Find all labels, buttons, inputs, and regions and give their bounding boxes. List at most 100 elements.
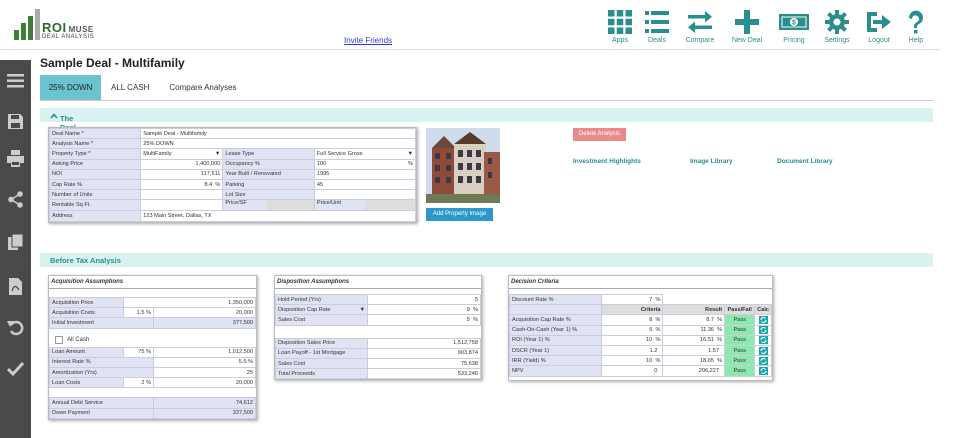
loan-payoff-label: Loan Payoff - 1st Mortgage (275, 347, 368, 359)
decision-row: Cash-On-Cash (Year 1) % 6 % 11.36 % Pass (509, 324, 772, 336)
decision-label: ROI (Year 1) % (509, 334, 602, 346)
menu-icon[interactable] (7, 72, 24, 89)
noi-input[interactable]: 117,511 (140, 168, 224, 180)
deal-details-table: Deal Name * Sample Deal - Multifamily An… (48, 127, 417, 223)
hold-period-input[interactable]: 5 (367, 293, 481, 306)
image-library-link[interactable]: Image Library (690, 158, 733, 165)
decision-result: 18.65 % (662, 355, 726, 367)
down-payment-value: 337,500 (153, 407, 256, 419)
acq-price-input[interactable]: 1,350,000 (123, 296, 256, 309)
lease-type-select[interactable]: Full Service Gross ▼ (313, 148, 417, 160)
year-built-input[interactable]: 1995 (313, 168, 417, 180)
refresh-icon (758, 356, 768, 365)
lot-size-input[interactable] (313, 189, 417, 201)
delete-analysis-button[interactable]: Delete Analysis (573, 128, 626, 141)
tab-compare-analyses[interactable]: Compare Analyses (159, 75, 246, 100)
down-payment-label: Down Payment (49, 407, 154, 419)
sales-cost-pct-label: Sales Cost (275, 314, 368, 326)
debt-service-value: 74,612 (153, 397, 256, 409)
nav-help[interactable]: Help (892, 10, 940, 44)
roimuse-logo[interactable]: ROI MUSE DEAL ANALYSIS (12, 4, 102, 42)
invite-friends-link[interactable]: Invite Friends (344, 36, 392, 45)
pdf-icon[interactable] (7, 278, 24, 295)
loan-costs-value[interactable]: 20,000 (153, 377, 256, 389)
analysis-tabs: 25% DOWN ALL CASH Compare Analyses (40, 75, 247, 100)
investment-highlights-link[interactable]: Investment Highlights (573, 158, 641, 165)
loan-costs-pct-input[interactable]: 2 % (123, 377, 154, 389)
chevron-up-icon (50, 113, 58, 119)
decision-label: NPV (509, 365, 602, 377)
nav-help-label: Help (908, 37, 924, 44)
disposition-price-label: Disposition Sales Price (275, 337, 368, 349)
col-result-header: Result (662, 304, 726, 316)
decision-criteria-input[interactable]: 8 % (600, 314, 664, 326)
disposition-cap-input[interactable]: 9 % (367, 304, 481, 316)
nav-compare-label: Compare (685, 37, 715, 44)
decision-result: 8.7 % (662, 314, 726, 326)
units-input[interactable] (140, 189, 224, 201)
copy-icon[interactable] (7, 234, 24, 251)
address-input[interactable]: 123 Main Street, Dallas, TX (140, 210, 416, 222)
add-property-image-button[interactable]: Add Property Image (426, 208, 493, 221)
acquisition-title: Acquisition Assumptions (49, 276, 256, 289)
money-icon: $ (779, 14, 809, 30)
decision-calc-button[interactable] (754, 365, 772, 377)
tab-25-down[interactable]: 25% DOWN (40, 75, 101, 100)
nav-pricing-label: Pricing (783, 37, 805, 44)
property-type-select[interactable]: MultiFamily ▼ (140, 148, 224, 160)
nav-pricing[interactable]: $ Pricing (770, 10, 818, 44)
print-icon[interactable] (7, 150, 24, 167)
decision-calc-button[interactable] (754, 334, 772, 346)
decision-calc-button[interactable] (754, 324, 772, 336)
nav-deals[interactable]: Deals (633, 10, 681, 44)
acq-costs-pct-input[interactable]: 1.5 % (123, 307, 154, 319)
section-before-tax[interactable]: Before Tax Analysis (40, 253, 933, 267)
header-divider (0, 49, 940, 50)
deal-name-input[interactable]: Sample Deal - Multifamily (140, 127, 416, 140)
decision-criteria-input[interactable]: 0 (600, 365, 664, 377)
loan-pct-input[interactable]: 75 % (123, 346, 154, 358)
section-the-deal[interactable]: The Deal (40, 108, 933, 132)
acq-costs-value[interactable]: 20,000 (153, 307, 256, 319)
parking-input[interactable]: 45 (313, 178, 417, 191)
decision-label: DSCR (Year 1) (509, 344, 602, 357)
interest-rate-input[interactable]: 5.5 % (153, 356, 256, 368)
rentable-input[interactable] (140, 199, 224, 212)
year-built-label: Year Built / Renovated (222, 168, 315, 180)
tab-all-cash[interactable]: ALL CASH (101, 75, 159, 100)
asking-price-input[interactable]: 1,400,000 (140, 158, 224, 170)
disposition-cap-label[interactable]: Disposition Cap Rate ▼ (275, 304, 368, 316)
decision-calc-button[interactable] (754, 344, 772, 357)
decision-row: ROI (Year 1) % 10 % 16.51 % Pass (509, 334, 772, 346)
amortization-input[interactable]: 25 (153, 366, 256, 379)
decision-criteria-input[interactable]: 1.2 (600, 344, 664, 357)
decision-criteria-input[interactable]: 6 % (600, 324, 664, 336)
undo-icon[interactable] (7, 319, 24, 336)
property-image[interactable] (426, 128, 500, 203)
check-icon[interactable] (7, 360, 24, 377)
loan-amount-value[interactable]: 1,012,500 (153, 346, 256, 358)
nav-compare[interactable]: Compare (676, 10, 724, 44)
document-library-link[interactable]: Document Library (777, 158, 833, 165)
decision-pass-badge: Pass (724, 355, 756, 367)
nav-settings[interactable]: Settings (813, 10, 861, 44)
decision-calc-button[interactable] (754, 314, 772, 326)
acquisition-assumptions-panel: Acquisition Assumptions Acquisition Pric… (48, 275, 257, 420)
save-icon[interactable] (7, 113, 24, 130)
nav-apps-label: Apps (612, 37, 628, 44)
decision-criteria-input[interactable]: 10 % (600, 355, 664, 367)
sales-cost-value: 75,638 (367, 357, 481, 370)
discount-rate-input[interactable]: 7 % (600, 293, 664, 306)
col-pass-header: Pass/Fail (724, 304, 756, 316)
all-cash-label: All Cash (67, 336, 90, 343)
occupancy-input[interactable]: 100% (313, 158, 417, 170)
all-cash-checkbox[interactable] (55, 335, 63, 344)
analysis-name-input[interactable]: 25% DOWN (140, 138, 416, 150)
cap-rate-label: Cap Rate % (48, 178, 142, 191)
sales-cost-pct-input[interactable]: 5 % (367, 314, 481, 326)
decision-calc-button[interactable] (754, 355, 772, 367)
decision-criteria-input[interactable]: 10 % (600, 334, 664, 346)
nav-new-deal[interactable]: New Deal (723, 10, 771, 44)
cap-rate-input[interactable]: 8.4 % (140, 178, 224, 191)
share-icon[interactable] (7, 191, 24, 208)
